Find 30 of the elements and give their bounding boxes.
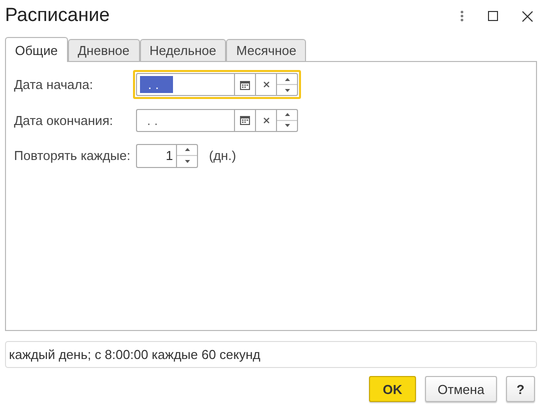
down-arrow-icon[interactable] [184,160,190,163]
field-value: 1 [164,146,174,164]
field-label: Повторять каждые: [14,148,132,163]
field-value: . . [147,112,158,128]
ok-button[interactable]: OK [369,376,416,402]
field-value: . . [140,76,173,93]
tab[interactable]: Недельное [140,39,226,61]
more-icon[interactable] [460,10,464,22]
spin-control[interactable] [176,144,197,166]
window-title: Расписание [5,5,110,27]
cancel-button[interactable]: Отмена [425,376,497,402]
down-arrow-icon[interactable] [284,88,290,92]
tab[interactable]: Месячное [226,39,306,61]
up-arrow-icon[interactable] [184,148,190,152]
tab[interactable]: Дневное [68,39,140,61]
unit-label: (дн.) [209,148,236,163]
tab[interactable]: Общие [5,37,68,62]
summary-field: каждый день; с 8:00:00 каждые 60 секунд [5,341,537,368]
field-label: Дата окончания: [14,112,114,128]
close-icon[interactable] [522,10,533,22]
up-arrow-icon[interactable] [284,78,290,80]
maximize-icon[interactable] [488,11,498,21]
date-field[interactable]: . . [133,70,301,99]
down-arrow-icon[interactable] [284,124,290,127]
spin-control[interactable] [276,110,297,130]
spin-control[interactable] [276,74,297,95]
up-arrow-icon[interactable] [284,113,290,116]
field-label: Дата начала: [14,77,94,92]
number-field[interactable]: 1 [136,144,198,168]
help-button[interactable]: ? [506,376,535,402]
